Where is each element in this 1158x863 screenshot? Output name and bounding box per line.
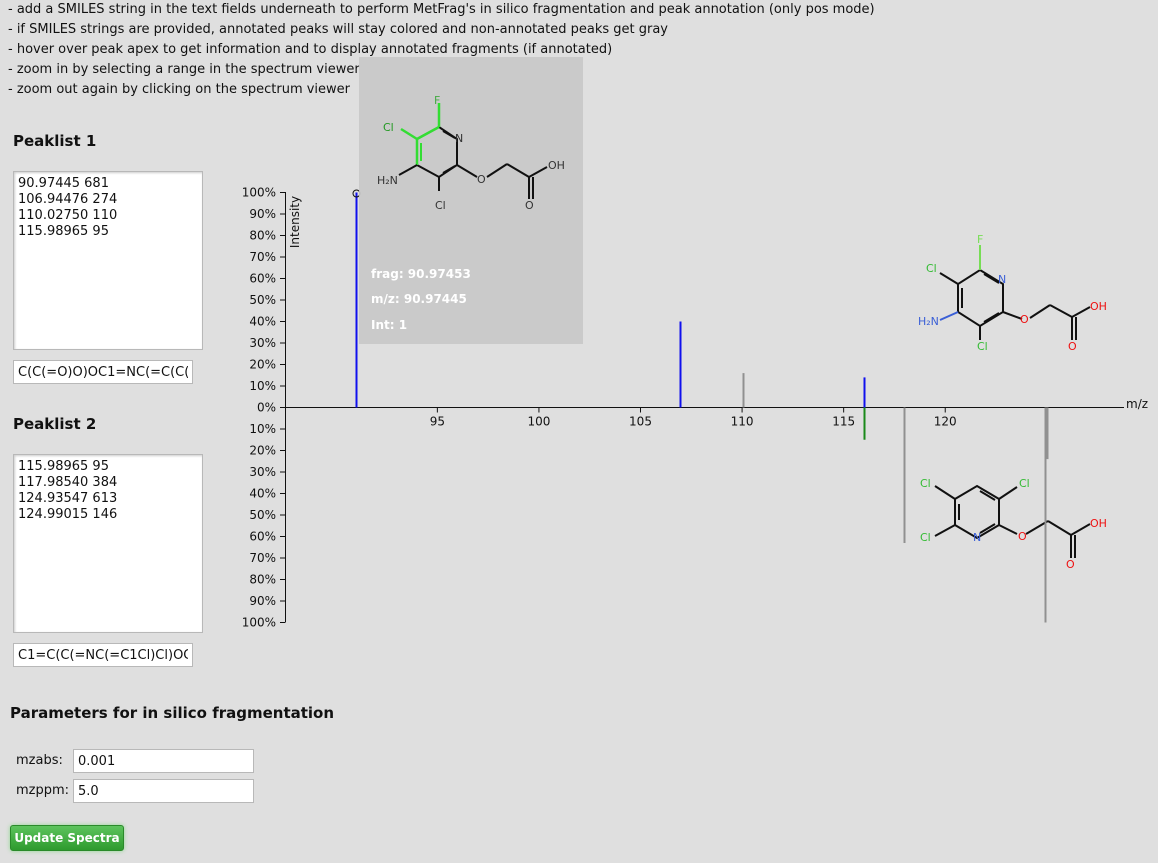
y-tick-label: 0% (257, 401, 276, 415)
atom-label: O (1018, 530, 1027, 543)
atom-label: F (434, 94, 440, 107)
atom-label: O (477, 173, 486, 186)
atom-label: O (525, 199, 534, 212)
x-tick-label: 110 (731, 415, 754, 429)
atom-label: H₂N (377, 174, 398, 187)
y-tick-label: 30% (249, 465, 276, 479)
atom-label: O (1068, 340, 1077, 353)
atom-label: N (998, 273, 1006, 286)
x-tick-label: 95 (430, 415, 445, 429)
fragment-structure: F Cl N H₂N Cl O OH O (377, 94, 565, 212)
atom-label: Cl (926, 262, 937, 275)
y-axis-label: Intensity (288, 196, 302, 248)
tooltip-frag: frag: 90.97453 (371, 267, 471, 281)
x-tick-label: 105 (629, 415, 652, 429)
y-tick-label: 10% (249, 422, 276, 436)
tooltip-int: Int: 1 (371, 318, 408, 332)
y-tick-label: 90% (249, 594, 276, 608)
y-tick-label: 70% (249, 250, 276, 264)
atom-label: O (1020, 313, 1029, 326)
x-axis-label: m/z (1126, 397, 1148, 411)
x-tick-label: 115 (832, 415, 855, 429)
atom-label: Cl (920, 531, 931, 544)
atom-label: F (977, 233, 983, 246)
y-tick-label: 10% (249, 379, 276, 393)
y-tick-label: 80% (249, 229, 276, 243)
atom-label: Cl (435, 199, 446, 212)
y-tick-label: 30% (249, 336, 276, 350)
x-tick-label: 100 (527, 415, 550, 429)
peaklist1-structure-labels: F Cl N H₂N Cl O OH O (918, 233, 1107, 353)
atom-label: N (973, 531, 981, 544)
atom-label: O (1066, 558, 1075, 571)
atom-label: Cl (977, 340, 988, 353)
y-axis-ticks: 100% 90% 80% 70% 60% 50% 40% 30% 20% 10% 0% 10% 20% 3… (242, 186, 286, 630)
y-tick-label: 20% (249, 444, 276, 458)
tooltip-mz: m/z: 90.97445 (371, 292, 467, 306)
peaklist2-structure (934, 484, 1091, 558)
y-tick-label: 40% (249, 315, 276, 329)
atom-label: Cl (1019, 477, 1030, 490)
atom-label: H₂N (918, 315, 939, 328)
peaklist2-structure-labels: Cl Cl Cl N O OH O (920, 477, 1107, 571)
x-tick-label: 120 (934, 415, 957, 429)
y-tick-label: 100% (242, 616, 276, 630)
atom-label: OH (548, 159, 565, 172)
atom-label: Cl (920, 477, 931, 490)
y-tick-label: 60% (249, 272, 276, 286)
y-tick-label: 100% (242, 186, 276, 200)
atom-label: Cl (383, 121, 394, 134)
atom-label: N (455, 132, 463, 145)
atom-label: OH (1090, 300, 1107, 313)
y-tick-label: 20% (249, 358, 276, 372)
y-tick-label: 90% (249, 207, 276, 221)
y-tick-label: 80% (249, 573, 276, 587)
y-tick-label: 60% (249, 530, 276, 544)
y-tick-label: 50% (249, 293, 276, 307)
y-tick-label: 50% (249, 508, 276, 522)
peak-tooltip: F Cl N H₂N Cl O OH O frag: 90.97453 m/z:… (359, 57, 583, 344)
x-axis-ticks: 95 100 105 110 115 120 (430, 407, 957, 429)
peaklist1-structure (939, 245, 1091, 340)
y-tick-label: 70% (249, 551, 276, 565)
y-tick-label: 40% (249, 487, 276, 501)
atom-label: OH (1090, 517, 1107, 530)
